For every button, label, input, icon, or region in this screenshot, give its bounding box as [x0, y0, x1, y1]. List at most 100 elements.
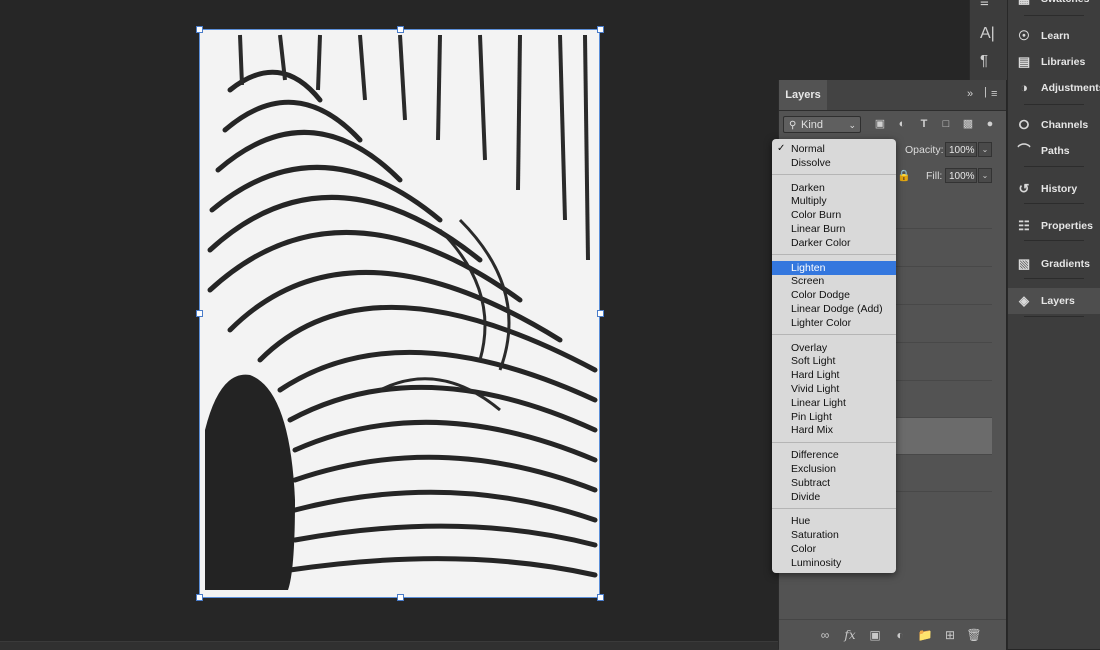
transform-handle-top-right[interactable]	[597, 26, 604, 33]
fill-input[interactable]: 100%	[945, 168, 977, 183]
blend-mode-lighter-color[interactable]: Lighter Color	[772, 316, 896, 330]
blend-mode-label: Vivid Light	[791, 383, 840, 395]
transform-handle-bottom-right[interactable]	[597, 594, 604, 601]
blend-mode-lighten[interactable]: Lighten	[772, 260, 896, 275]
blend-mode-darker-color[interactable]: Darker Color	[772, 236, 896, 250]
dock-item-layers[interactable]: ◈ Layers	[1008, 288, 1100, 314]
blend-mode-vivid-light[interactable]: Vivid Light	[772, 382, 896, 396]
dock-item-adjustments[interactable]: ◑ Adjustments	[1008, 75, 1100, 101]
layers-tab[interactable]: Layers	[779, 80, 827, 110]
transform-handle-bottom-center[interactable]	[397, 594, 404, 601]
blend-mode-label: Color Dodge	[791, 289, 850, 302]
dock-item-label: Properties	[1041, 220, 1093, 232]
filter-toggle-icon[interactable]: ●	[983, 117, 997, 131]
blend-mode-label: Color Burn	[791, 209, 842, 222]
search-icon: ⚲	[789, 120, 797, 131]
shape-filter-icon[interactable]: □	[939, 117, 953, 131]
transform-handle-top-center[interactable]	[397, 26, 404, 33]
transform-handle-top-left[interactable]	[196, 26, 203, 33]
blend-mode-divide[interactable]: Divide	[772, 490, 896, 504]
link-layers-icon[interactable]: ∞	[817, 628, 833, 642]
blend-mode-linear-dodge-add[interactable]: Linear Dodge (Add)	[772, 302, 896, 316]
blend-mode-subtract[interactable]: Subtract	[772, 476, 896, 490]
transform-handle-bottom-left[interactable]	[196, 594, 203, 601]
document-canvas[interactable]	[200, 30, 600, 598]
kind-filter-select[interactable]: ⚲ Kind ⌄	[783, 116, 861, 133]
history-icon: ↺	[1018, 181, 1030, 196]
blend-mode-color-burn[interactable]: Color Burn	[772, 208, 896, 222]
blend-mode-linear-light[interactable]: Linear Light	[772, 396, 896, 410]
blend-mode-normal[interactable]: ✓ Normal	[772, 142, 896, 156]
blend-mode-luminosity[interactable]: Luminosity	[772, 556, 896, 570]
dock-item-paths[interactable]: ⌒ Paths	[1008, 138, 1100, 164]
blend-mode-label: Luminosity	[791, 556, 842, 569]
panel-menu-icon[interactable]: ≡	[991, 88, 997, 100]
opacity-input[interactable]: 100%	[945, 142, 977, 157]
smart-object-filter-icon[interactable]: ▩	[961, 117, 975, 131]
blend-mode-dissolve[interactable]: Dissolve	[772, 156, 896, 170]
dock-item-channels[interactable]: ⭘ Channels	[1008, 112, 1100, 138]
blend-mode-darken[interactable]: Darken	[772, 181, 896, 195]
blend-mode-hue[interactable]: Hue	[772, 514, 896, 528]
menu-separator	[772, 334, 896, 336]
blend-mode-label: Linear Dodge (Add)	[791, 303, 883, 315]
blend-mode-label: Subtract	[791, 476, 831, 489]
new-layer-icon[interactable]: ⊞	[942, 628, 958, 642]
blend-mode-exclusion[interactable]: Exclusion	[772, 462, 896, 476]
blend-mode-color-dodge[interactable]: Color Dodge	[772, 288, 896, 302]
type-filter-icon[interactable]: T	[917, 117, 931, 131]
dock-item-history[interactable]: ↺ History	[1008, 176, 1100, 202]
blend-mode-saturation[interactable]: Saturation	[772, 528, 896, 542]
dock-item-swatches[interactable]: ▦ Swatches	[1008, 0, 1100, 12]
lock-icon[interactable]: 🔒	[897, 169, 911, 182]
blend-mode-label: Soft Light	[791, 355, 836, 368]
dock-item-label: Swatches	[1041, 0, 1089, 12]
delete-layer-icon[interactable]: 🗑	[966, 628, 982, 642]
blend-mode-screen[interactable]: Screen	[772, 274, 896, 288]
right-panel-dock: ▦ Swatches ☉ Learn ▤ Libraries ◑ Adjustments ⭘…	[1007, 0, 1100, 649]
fx-icon[interactable]: fx	[842, 628, 858, 642]
dock-item-learn[interactable]: ☉ Learn	[1008, 23, 1100, 49]
dock-item-label: Adjustments	[1041, 82, 1100, 94]
opacity-chevron-icon[interactable]: ⌄	[978, 142, 992, 157]
channels-icon: ⭘	[1018, 117, 1030, 132]
new-adjustment-layer-icon[interactable]: ◐	[892, 628, 908, 642]
kind-filter-value: Kind	[801, 119, 824, 131]
menu-separator	[772, 441, 896, 443]
paragraph-icon[interactable]: ¶	[980, 52, 988, 69]
blend-mode-color[interactable]: Color	[772, 542, 896, 556]
blend-mode-label: Color	[791, 543, 817, 555]
properties-icon: ☷	[1018, 218, 1030, 233]
dock-item-properties[interactable]: ☷ Properties	[1008, 213, 1100, 239]
blend-mode-hard-mix[interactable]: Hard Mix	[772, 423, 896, 437]
character-panel-icon[interactable]: ≡	[980, 0, 989, 11]
blend-mode-difference[interactable]: Difference	[772, 448, 896, 462]
blend-mode-multiply[interactable]: Multiply	[772, 194, 896, 208]
blend-mode-label: Hue	[791, 515, 811, 528]
pixel-filter-icon[interactable]: ▣	[873, 117, 887, 131]
blend-mode-linear-burn[interactable]: Linear Burn	[772, 222, 896, 236]
swatches-icon: ▦	[1016, 0, 1032, 12]
dock-item-libraries[interactable]: ▤ Libraries	[1008, 49, 1100, 75]
adjustment-filter-icon[interactable]: ◐	[895, 117, 909, 131]
dock-item-label: Paths	[1041, 145, 1070, 157]
dock-separator	[1024, 15, 1084, 16]
blend-mode-soft-light[interactable]: Soft Light	[772, 354, 896, 368]
fill-label: Fill:	[926, 170, 943, 182]
tool-options-dock: ≡ A| ¶	[969, 0, 1008, 80]
transform-handle-middle-left[interactable]	[196, 310, 203, 317]
dock-item-label: Channels	[1041, 119, 1089, 131]
new-group-folder-icon[interactable]: 📁	[917, 628, 933, 642]
collapse-panel-icon[interactable]: »	[967, 88, 973, 100]
character-icon[interactable]: A|	[980, 25, 995, 43]
blend-mode-label: Lighter Color	[791, 316, 852, 329]
transform-handle-middle-right[interactable]	[597, 310, 604, 317]
dock-item-label: Libraries	[1041, 56, 1086, 68]
add-mask-icon[interactable]: ▣	[867, 628, 883, 642]
artwork-image	[200, 30, 600, 598]
dock-item-gradients[interactable]: ▧ Gradients	[1008, 251, 1100, 277]
blend-mode-pin-light[interactable]: Pin Light	[772, 410, 896, 424]
fill-chevron-icon[interactable]: ⌄	[978, 168, 992, 183]
blend-mode-hard-light[interactable]: Hard Light	[772, 368, 896, 382]
blend-mode-overlay[interactable]: Overlay	[772, 341, 896, 355]
